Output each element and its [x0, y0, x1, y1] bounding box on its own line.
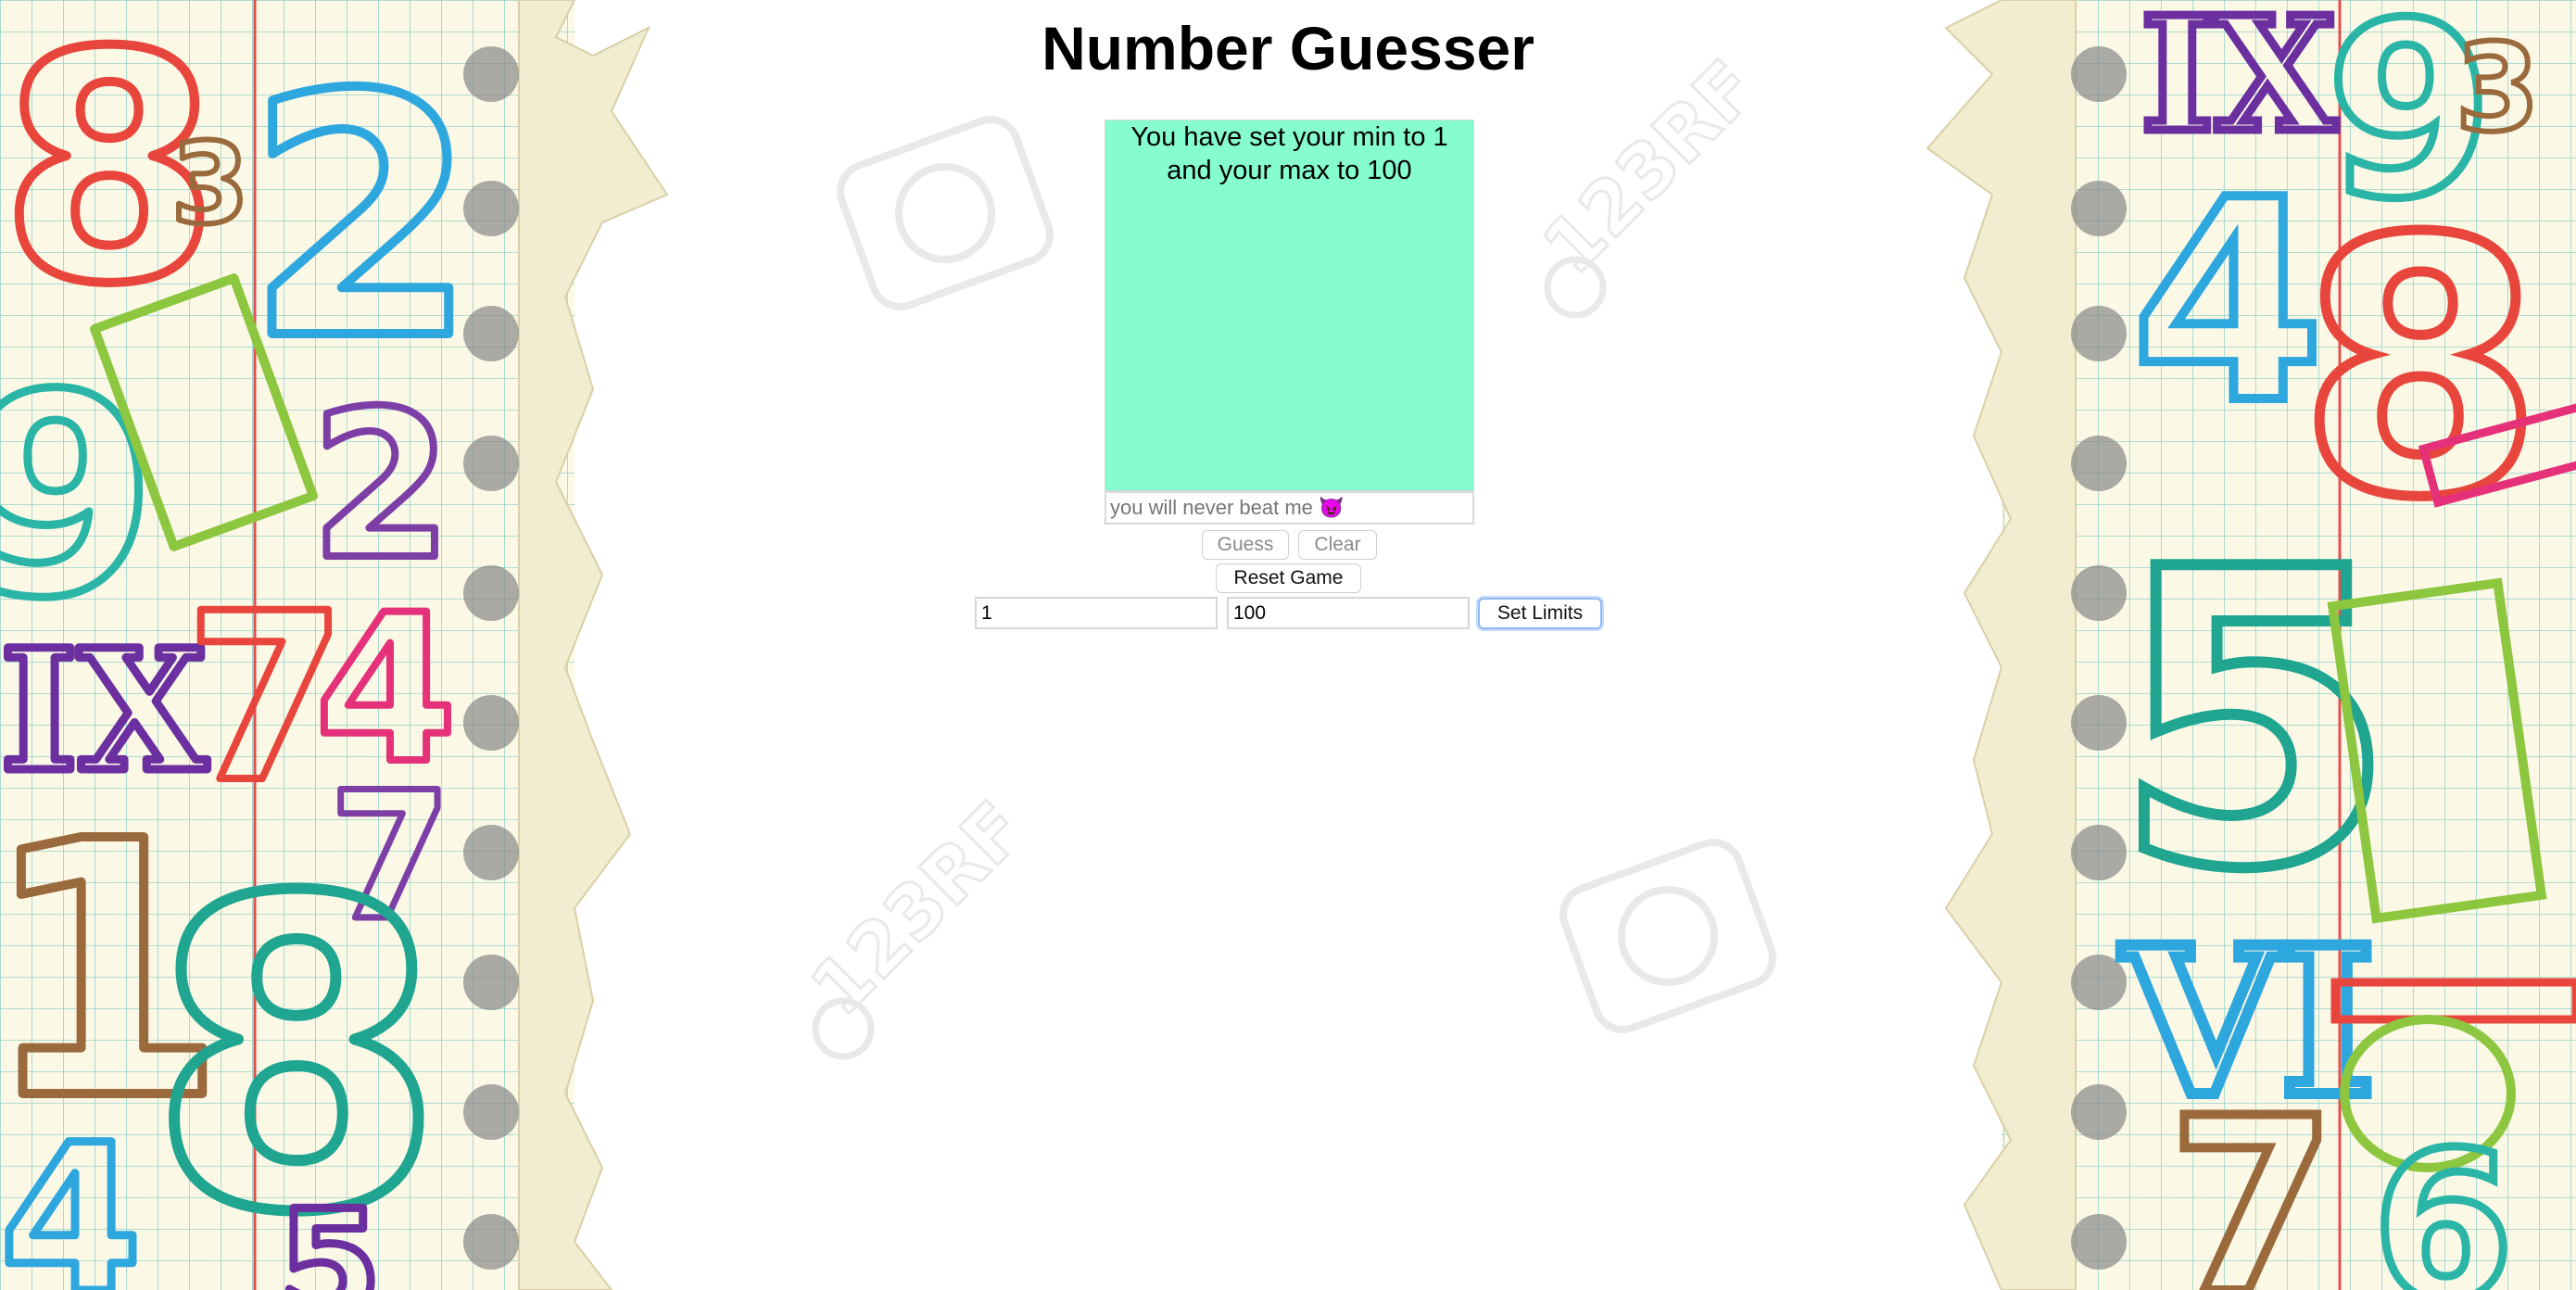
svg-text:6: 6: [2372, 1108, 2514, 1290]
max-limit-input[interactable]: [1227, 597, 1470, 629]
page-title: Number Guesser: [1042, 14, 1534, 82]
guess-button[interactable]: Guess: [1202, 530, 1289, 560]
page: 8 2 3 9 2 IX 7 4 7 1 8 4 5 IX 9 3 4 8 5 …: [0, 0, 2576, 1290]
left-doodle-panel: 8 2 3 9 2 IX 7 4 7 1 8 4 5: [0, 0, 676, 1290]
svg-text:4: 4: [0, 1101, 142, 1290]
svg-text:7: 7: [2168, 1068, 2336, 1290]
watermark-text: 123RF: [797, 785, 1042, 1031]
svg-text:3: 3: [171, 120, 249, 249]
watermark-text: 123RF: [1527, 56, 1774, 290]
numbers-doodle-left-image: 8 2 3 9 2 IX 7 4 7 1 8 4 5: [0, 0, 669, 1290]
game-output-panel: You have set your min to 1 and your max …: [1105, 120, 1474, 491]
set-limits-button[interactable]: Set Limits: [1478, 598, 1602, 629]
watermark-camera-icon: [834, 93, 1056, 324]
svg-text:4: 4: [2131, 141, 2325, 464]
output-message-line-2: and your max to 100: [1167, 156, 1412, 185]
svg-text:9: 9: [0, 335, 157, 659]
watermark-logo: 123RF: [797, 778, 1066, 1066]
clear-button[interactable]: Clear: [1298, 530, 1377, 560]
min-limit-input[interactable]: [975, 597, 1218, 629]
numbers-doodle-right-image: IX 9 3 4 8 5 VI 7 6: [1926, 0, 2576, 1290]
reset-game-button[interactable]: Reset Game: [1216, 563, 1361, 593]
watermark-logo: 123RF: [1520, 56, 1788, 343]
svg-text:5: 5: [2113, 484, 2396, 958]
svg-text:5: 5: [278, 1178, 381, 1290]
guess-input[interactable]: [1105, 491, 1474, 525]
output-message-line-1: You have set your min to 1: [1130, 122, 1448, 152]
right-doodle-panel: IX 9 3 4 8 5 VI 7 6: [1909, 0, 2576, 1290]
watermark-camera-icon: [1557, 816, 1779, 1047]
